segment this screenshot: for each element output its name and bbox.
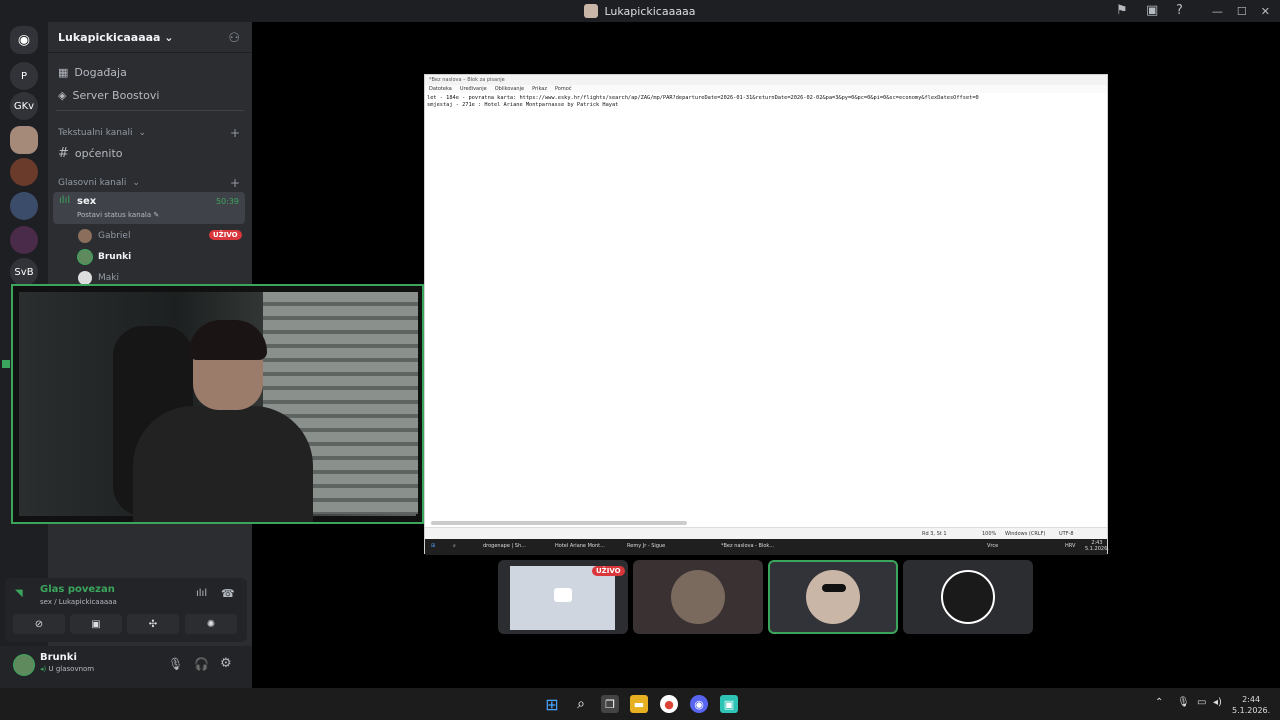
user-avatar-icon [584, 4, 599, 18]
server-folder-icon[interactable] [10, 192, 38, 220]
stream-tile[interactable]: UŽIVO [498, 560, 628, 634]
windows-taskbar: ⊞ ⌕ ❐ ▬ ● ◉ ▣ ⌃ 🎙 ▭ ◂) 2:44 5.1.2026. [0, 688, 1280, 720]
soundboard-button[interactable]: ✺ [185, 614, 237, 634]
notepad-title: *Bez naslova – Blok za pisanje [425, 75, 1107, 85]
task-view-icon[interactable]: ❐ [601, 695, 619, 713]
hash-icon: # [58, 146, 69, 161]
app-icon[interactable]: ▣ [720, 695, 738, 713]
server-name-button[interactable]: Lukapickicaaaaa ⌄ [58, 31, 174, 44]
events-item[interactable]: ▦ Događaja [58, 66, 127, 79]
horizontal-scrollbar [431, 521, 687, 525]
calendar-icon: ▦ [58, 66, 69, 79]
voice-connection-panel: ◥ Glas povezan sex / Lukapickicaaaaa ılı… [5, 578, 247, 642]
voice-category[interactable]: Glasovni kanali ⌄ [58, 178, 140, 188]
screen-share-button[interactable]: ▣ [70, 614, 122, 634]
channel-status-link[interactable]: Postavi status kanala ✎ [77, 211, 159, 219]
avatar [78, 250, 92, 264]
activities-button[interactable]: ✣ [127, 614, 179, 634]
close-button[interactable]: ✕ [1261, 5, 1270, 18]
disconnect-icon[interactable]: ☎ [221, 587, 235, 600]
speaker-icon: ◂) [40, 665, 47, 673]
sunglasses-icon [822, 584, 846, 592]
notepad-status-bar: Rd 3, St 1 100% Windows (CRLF) UTF-8 [425, 527, 1107, 539]
server-icon-p[interactable]: P [10, 62, 38, 90]
activities-icon: ✣ [148, 618, 158, 630]
minimize-button[interactable]: — [1212, 5, 1223, 18]
streamed-taskbar: ⊞ ⌕ drogenape | Sh... Hotel Ariane Mont.… [425, 539, 1109, 555]
title-bar: Lukapickicaaaaa ⚑ ▣ ? — ☐ ✕ [0, 0, 1280, 22]
noise-suppression-icon[interactable]: ılıl [196, 588, 207, 599]
avatar [78, 271, 92, 285]
voice-member[interactable]: Gabriel [78, 229, 130, 243]
screen-share-icon: ▣ [91, 618, 101, 630]
avatar [78, 229, 92, 243]
maximize-button[interactable]: ☐ [1237, 5, 1247, 18]
chrome-icon[interactable]: ● [660, 695, 678, 713]
divider [56, 110, 244, 111]
system-clock[interactable]: 2:44 5.1.2026. [1232, 694, 1270, 716]
camera-off-icon: ⊘ [34, 618, 44, 630]
avatar [941, 570, 995, 624]
windows-start-icon[interactable]: ⊞ [543, 695, 561, 714]
network-icon[interactable]: ▭ [1197, 697, 1206, 708]
signal-icon[interactable]: ◥ [15, 588, 23, 599]
voice-member[interactable]: Maki [78, 271, 119, 285]
avatar [806, 570, 860, 624]
monitor-icon [554, 588, 572, 602]
search-icon: ⌕ [453, 543, 456, 549]
server-icon-gkv[interactable]: GKv [10, 92, 38, 120]
resize-handle[interactable] [2, 360, 10, 368]
voice-channel-link[interactable]: sex / Lukapickicaaaaa [40, 598, 117, 606]
tray-chevron-icon[interactable]: ⌃ [1155, 697, 1163, 708]
live-badge: UŽIVO [592, 566, 625, 576]
avatar[interactable] [14, 655, 34, 675]
invite-icon[interactable]: ⚇ [228, 31, 240, 46]
user-panel: Brunki ◂) U glasovnom 🎙 🎧 ⚙ [0, 646, 252, 688]
participant-tile[interactable] [903, 560, 1033, 634]
add-channel-icon[interactable]: + [230, 126, 240, 140]
boosts-item[interactable]: ◈ Server Boostovi [58, 89, 159, 102]
camera-toggle-button[interactable]: ⊘ [13, 614, 65, 634]
microphone-icon[interactable]: 🎙 [1177, 697, 1190, 708]
live-badge: UŽIVO [209, 230, 242, 240]
window-title: Lukapickicaaaaa [584, 4, 696, 18]
person-body [133, 406, 313, 522]
windows-start-icon: ⊞ [431, 543, 436, 549]
voice-member[interactable]: Brunki [78, 250, 131, 264]
headphones-icon[interactable]: 🎧 [194, 657, 209, 671]
participant-tile[interactable] [633, 560, 763, 634]
server-icon-svb[interactable]: SvB [10, 258, 38, 286]
discord-home-icon[interactable]: ◉ [10, 26, 38, 54]
discord-icon[interactable]: ◉ [690, 695, 708, 713]
notepad-line: let - 184e - povratna karta: https://www… [427, 95, 979, 101]
screen-share-stream[interactable]: *Bez naslova – Blok za pisanje Datoteka … [424, 74, 1109, 555]
server-icon-current[interactable] [10, 126, 38, 154]
settings-gear-icon[interactable]: ⚙ [220, 656, 232, 671]
notepad-menu: Datoteka Uređivanje Oblikovanje Prikaz P… [425, 85, 1107, 93]
volume-icon[interactable]: ◂) [1213, 697, 1222, 708]
channel-item-opcenito[interactable]: # općenito [58, 146, 123, 161]
help-icon[interactable]: ? [1176, 3, 1183, 18]
notepad-line: smjestaj - 271e : Hotel Ariane Montparna… [427, 102, 619, 108]
inbox-flag-icon[interactable]: ⚑ [1116, 3, 1128, 18]
avatar [671, 570, 725, 624]
voice-wave-icon: ılıl [59, 195, 71, 206]
screen-share-icon[interactable]: ▣ [1146, 3, 1158, 18]
boost-icon: ◈ [58, 89, 67, 102]
text-category[interactable]: Tekstualni kanali ⌄ [58, 128, 146, 138]
microphone-icon[interactable]: 🎙 [168, 657, 183, 671]
file-explorer-icon[interactable]: ▬ [630, 695, 648, 713]
search-icon[interactable]: ⌕ [572, 695, 590, 713]
server-icon-avatar[interactable] [10, 226, 38, 254]
participant-tile-speaking[interactable] [768, 560, 898, 634]
voice-channel-sex[interactable]: ılıl sex 50:39 Postavi status kanala ✎ [53, 192, 245, 224]
camera-feed-overlay[interactable] [11, 284, 424, 524]
user-status: ◂) U glasovnom [40, 665, 95, 673]
divider [48, 52, 252, 53]
add-voice-channel-icon[interactable]: + [230, 176, 240, 190]
soundboard-icon: ✺ [206, 618, 216, 630]
server-icon-photo[interactable] [10, 158, 38, 186]
